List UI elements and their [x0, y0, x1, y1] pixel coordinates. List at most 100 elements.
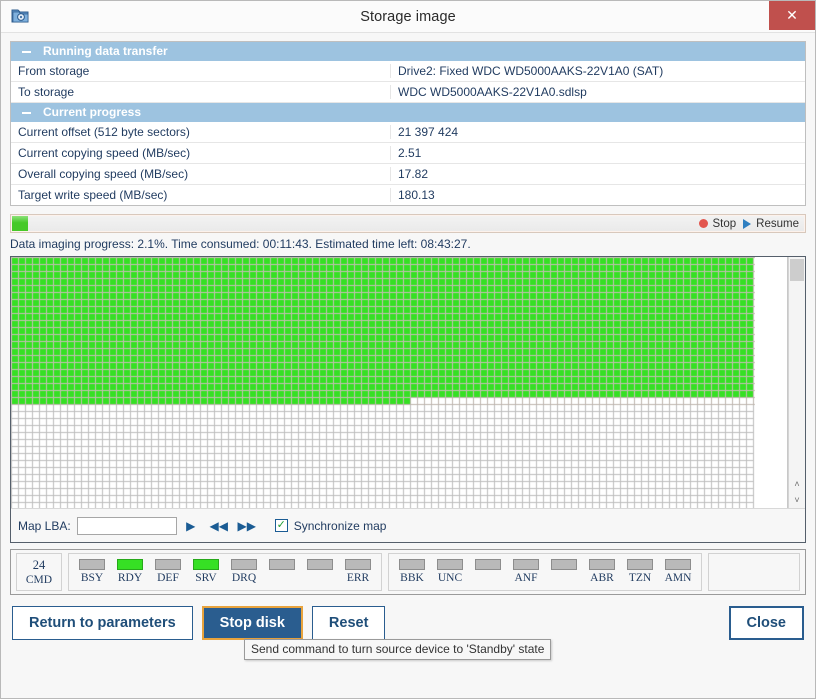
led-indicator — [513, 559, 539, 570]
collapse-minus-icon — [22, 50, 31, 53]
reset-button[interactable]: Reset — [311, 606, 386, 640]
sector-map-panel: ˄ ˅ Map LBA: ▶ ◀◀ ▶▶ ✓ Synchronize map — [10, 256, 806, 543]
led-indicator — [345, 559, 371, 570]
return-to-parameters-button[interactable]: Return to parameters — [12, 606, 193, 640]
row-label: Target write speed (MB/sec) — [11, 188, 391, 202]
window-close-button[interactable]: ✕ — [769, 1, 815, 30]
register-bit-label: UNC — [437, 572, 463, 584]
progress-bar: Stop Resume — [10, 214, 806, 233]
row-label: Current offset (512 byte sectors) — [11, 125, 391, 139]
register-bit-label: TZN — [628, 572, 652, 584]
storage-image-window: Storage image ✕ Running data transfer Fr… — [0, 0, 816, 699]
register-bit — [301, 559, 339, 585]
status-register-group: BSY RDY DEF SRV DRQ ERR — [68, 553, 382, 591]
led-indicator — [399, 559, 425, 570]
led-indicator — [269, 559, 295, 570]
row-value: 21 397 424 — [398, 125, 459, 139]
register-bit-label: ERR — [346, 572, 370, 584]
led-indicator — [437, 559, 463, 570]
map-prev-button[interactable]: ◀◀ — [205, 515, 233, 537]
progress-track — [12, 216, 804, 231]
register-bit-bbk: BBK — [393, 559, 431, 585]
led-indicator — [231, 559, 257, 570]
register-panel: 24 CMD BSY RDY DEF SRV DRQ ERR BBK UNC ANF ABR TZ… — [10, 549, 806, 595]
sector-map-grid[interactable] — [11, 257, 788, 508]
led-indicator — [551, 559, 577, 570]
stop-disk-button[interactable]: Stop disk — [201, 606, 303, 640]
register-bit-amn: AMN — [659, 559, 697, 585]
scroll-up-arrow-icon[interactable]: ˄ — [789, 476, 805, 492]
register-bit-drq: DRQ — [225, 559, 263, 585]
register-bit-label: DRQ — [231, 572, 257, 584]
close-button[interactable]: Close — [728, 606, 804, 640]
progress-fill — [12, 216, 28, 231]
row-value: 2.51 — [398, 146, 422, 160]
register-bit-label: ABR — [590, 572, 614, 584]
command-register-value: 24 — [32, 557, 46, 572]
register-bit-def: DEF — [149, 559, 187, 585]
led-indicator — [665, 559, 691, 570]
row-value: 17.82 — [398, 167, 429, 181]
row-value: WDC WD5000AAKS-22V1A0.sdlsp — [398, 85, 587, 99]
map-next-button[interactable]: ▶▶ — [233, 515, 261, 537]
sector-map-body: ˄ ˅ — [11, 257, 805, 508]
table-row: Current offset (512 byte sectors) 21 397… — [11, 122, 805, 143]
led-indicator — [307, 559, 333, 570]
register-bit-srv: SRV — [187, 559, 225, 585]
register-bit-bsy: BSY — [73, 559, 111, 585]
stop-icon — [698, 219, 708, 228]
sector-map-canvas[interactable] — [11, 257, 755, 508]
map-vertical-scrollbar[interactable]: ˄ ˅ — [788, 257, 805, 508]
register-bit — [263, 559, 301, 585]
group-header-label: Running data transfer — [43, 44, 168, 58]
footer-button-bar: Return to parameters Stop disk Reset Clo… — [10, 595, 806, 660]
title-bar: Storage image ✕ — [1, 1, 815, 33]
led-indicator — [79, 559, 105, 570]
led-indicator — [117, 559, 143, 570]
row-label: Current copying speed (MB/sec) — [11, 146, 391, 160]
group-header-label: Current progress — [43, 105, 142, 119]
map-go-button[interactable]: ▶ — [177, 515, 205, 537]
resume-label: Resume — [756, 217, 799, 230]
checkbox-check-icon: ✓ — [274, 519, 288, 532]
register-bit-unc: UNC — [431, 559, 469, 585]
register-bit-anf: ANF — [507, 559, 545, 585]
stop-label: Stop — [712, 217, 737, 230]
led-indicator — [155, 559, 181, 570]
resume-button[interactable]: Resume — [743, 218, 799, 230]
led-indicator — [475, 559, 501, 570]
register-bit-err: ERR — [339, 559, 377, 585]
window-title: Storage image — [360, 8, 456, 25]
register-bit-label: BSY — [80, 572, 104, 584]
command-register-label: CMD — [25, 573, 53, 586]
table-row: Current copying speed (MB/sec) 2.51 — [11, 143, 805, 164]
group-header-current-progress[interactable]: Current progress — [11, 103, 805, 122]
register-bit-label: AMN — [664, 572, 692, 584]
register-bit-label: BBK — [400, 572, 424, 584]
command-register-box: 24 CMD — [16, 553, 62, 591]
row-value: 180.13 — [398, 188, 435, 202]
row-value: Drive2: Fixed WDC WD5000AAKS-22V1A0 (SAT… — [398, 64, 664, 78]
register-bit-rdy: RDY — [111, 559, 149, 585]
table-row: Overall copying speed (MB/sec) 17.82 — [11, 164, 805, 185]
play-icon — [743, 218, 752, 229]
transfer-info-panel: Running data transfer From storage Drive… — [10, 41, 806, 206]
synchronize-map-checkbox[interactable]: ✓ Synchronize map — [274, 519, 386, 533]
register-spacer — [708, 553, 800, 591]
group-header-running-data-transfer[interactable]: Running data transfer — [11, 42, 805, 61]
row-label: To storage — [11, 85, 391, 99]
led-indicator — [193, 559, 219, 570]
progress-status-text: Data imaging progress: 2.1%. Time consum… — [10, 237, 471, 251]
table-row: Target write speed (MB/sec) 180.13 — [11, 185, 805, 205]
scroll-down-arrow-icon[interactable]: ˅ — [789, 492, 805, 508]
map-toolbar: Map LBA: ▶ ◀◀ ▶▶ ✓ Synchronize map — [11, 508, 805, 542]
register-bit — [545, 559, 583, 585]
register-bit-tzn: TZN — [621, 559, 659, 585]
dialog-content: Running data transfer From storage Drive… — [1, 33, 815, 698]
register-bit-label: RDY — [117, 572, 143, 584]
error-register-group: BBK UNC ANF ABR TZN AMN — [388, 553, 702, 591]
collapse-minus-icon — [22, 111, 31, 114]
stop-button[interactable]: Stop — [698, 217, 737, 230]
scrollbar-thumb[interactable] — [790, 259, 804, 281]
map-lba-input[interactable] — [76, 516, 177, 535]
